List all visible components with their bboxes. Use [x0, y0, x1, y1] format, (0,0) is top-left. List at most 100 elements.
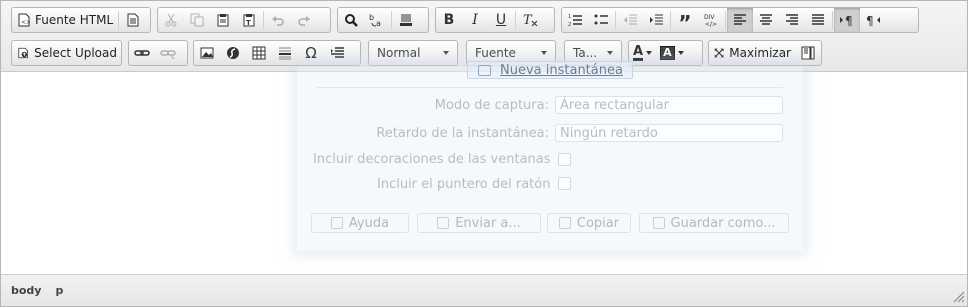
path-item-p[interactable]: p	[55, 284, 63, 297]
source-html-button[interactable]: <> Fuente HTML	[12, 8, 117, 32]
include-decorations-checkbox[interactable]	[558, 153, 571, 166]
svg-text:<>: <>	[21, 19, 30, 26]
redo-button[interactable]	[291, 8, 317, 32]
numbered-list-icon: 12	[568, 14, 582, 27]
find-button[interactable]	[338, 8, 364, 32]
select-all-button[interactable]	[393, 8, 419, 32]
blockquote-button[interactable]: ”	[672, 8, 698, 35]
cut-button[interactable]	[158, 8, 184, 32]
outdent-button[interactable]	[617, 8, 643, 32]
numbered-list-button[interactable]: 12	[562, 8, 588, 32]
italic-button[interactable]: I	[462, 8, 488, 32]
align-left-button[interactable]	[727, 8, 753, 32]
save-icon	[652, 217, 665, 229]
create-div-button[interactable]: DIV </>	[698, 8, 724, 32]
source-group: <> Fuente HTML	[11, 7, 151, 33]
save-as-label: Guardar como...	[670, 215, 776, 231]
ltr-button[interactable]: ¶	[834, 8, 860, 32]
show-blocks-button[interactable]	[795, 41, 821, 65]
send-to-label: Enviar a...	[455, 215, 521, 231]
horizontal-rule-button[interactable]	[272, 41, 298, 65]
new-snapshot-button[interactable]: Nueva instantánea	[467, 61, 633, 79]
replace-button[interactable]: ba	[364, 8, 390, 32]
bulleted-list-button[interactable]	[588, 8, 614, 32]
text-direction-ltr-icon: ¶	[840, 14, 853, 27]
outdent-icon	[624, 14, 637, 25]
show-blocks-icon	[801, 46, 815, 60]
paste-button[interactable]	[210, 8, 236, 32]
delay-value: Ningún retardo	[560, 125, 658, 141]
special-char-button[interactable]: Ω	[298, 41, 324, 65]
div-icon: DIV</>	[704, 14, 717, 27]
path-item-body[interactable]: body	[11, 284, 41, 297]
paste-text-button[interactable]: T	[236, 8, 262, 32]
save-as-button[interactable]: Guardar como...	[639, 213, 789, 233]
copy-snapshot-button[interactable]: Copiar	[547, 213, 631, 233]
background-color-button[interactable]: A	[656, 41, 688, 65]
include-pointer-label: Incluir el puntero del ratón	[377, 177, 551, 192]
svg-text:¶: ¶	[845, 14, 853, 27]
link-button[interactable]	[129, 41, 155, 65]
templates-button[interactable]	[120, 8, 146, 32]
document-source-icon: <>	[18, 13, 30, 27]
maximize-icon	[714, 48, 724, 58]
align-right-button[interactable]	[779, 8, 805, 32]
tools-group: Maximizar	[708, 40, 822, 66]
chevron-down-icon	[541, 51, 547, 55]
justify-button[interactable]	[805, 8, 831, 32]
search-icon	[345, 14, 358, 27]
rtl-button[interactable]: ¶	[860, 8, 886, 32]
send-to-button[interactable]: Enviar a...	[417, 213, 541, 233]
horizontal-rule-icon	[279, 47, 291, 60]
help-button[interactable]: Ayuda	[311, 213, 409, 233]
underline-button[interactable]: U	[488, 8, 514, 32]
help-icon	[330, 217, 343, 229]
delay-spinbox[interactable]: Ningún retardo	[555, 124, 783, 142]
svg-text:1: 1	[568, 14, 571, 20]
clipboard-text-icon: T	[243, 14, 255, 27]
capture-mode-label: Modo de captura:	[434, 98, 549, 113]
image-button[interactable]	[194, 41, 220, 65]
flash-button[interactable]	[220, 41, 246, 65]
capture-mode-select[interactable]: Área rectangular	[555, 96, 783, 114]
maximize-button[interactable]: Maximizar	[709, 41, 795, 65]
camera-icon	[478, 65, 491, 76]
select-upload-button[interactable]: Select Upload	[12, 41, 121, 65]
table-button[interactable]	[246, 41, 272, 65]
indent-button[interactable]	[643, 8, 669, 32]
separator	[515, 11, 516, 29]
text-color-icon: A	[633, 43, 644, 61]
include-pointer-checkbox[interactable]	[558, 177, 571, 190]
undo-button[interactable]	[265, 8, 291, 32]
delay-label: Retardo de la instantánea:	[376, 126, 549, 141]
colors-group: A A	[628, 40, 703, 66]
search-group: ba	[337, 7, 429, 33]
background-color-icon: A	[660, 46, 675, 60]
align-left-icon	[734, 14, 746, 25]
svg-text:DIV: DIV	[704, 14, 715, 21]
page-break-button[interactable]	[324, 41, 350, 65]
links-group	[128, 40, 188, 66]
help-label: Ayuda	[348, 215, 390, 231]
size-select-value: Ta...	[573, 46, 598, 60]
select-upload-label: Select Upload	[34, 46, 117, 60]
unlink-button[interactable]	[155, 41, 181, 65]
svg-text:T: T	[523, 13, 533, 27]
svg-text:b: b	[369, 13, 374, 22]
format-select[interactable]: Normal	[368, 40, 458, 66]
table-icon	[252, 46, 266, 60]
quote-icon: ”	[678, 11, 692, 35]
svg-text:a: a	[376, 19, 381, 27]
text-color-button[interactable]: A	[629, 41, 656, 65]
align-right-icon	[786, 14, 798, 25]
clipboard-group: T	[157, 7, 331, 33]
text-direction-rtl-icon: ¶	[866, 14, 880, 27]
copy-button[interactable]	[184, 8, 210, 32]
flash-icon	[227, 47, 239, 59]
bold-button[interactable]: B	[436, 8, 462, 32]
source-html-label: Fuente HTML	[35, 13, 114, 27]
remove-format-button[interactable]: T	[517, 8, 543, 32]
resize-grip-icon[interactable]	[953, 291, 965, 303]
align-center-button[interactable]	[753, 8, 779, 32]
insert-group: Ω	[193, 40, 361, 66]
